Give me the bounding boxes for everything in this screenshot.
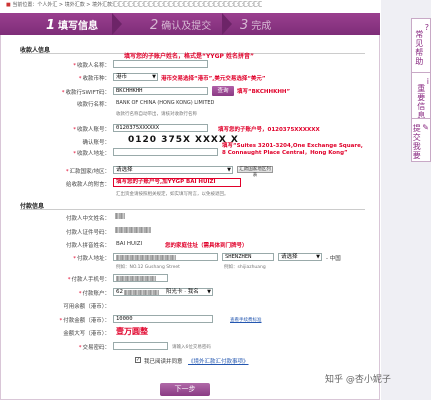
home-icon: ■ xyxy=(6,2,11,8)
payee-name-label: *收款人名称： xyxy=(73,63,110,69)
swift-note: 填写“BKCHHKHH” xyxy=(237,89,291,95)
step-3: 3 完成 xyxy=(240,18,272,33)
payee-name-input[interactable] xyxy=(113,60,208,68)
cn-name-label: 付款人中文姓名： xyxy=(65,216,110,222)
password-label: *交易密码： xyxy=(78,345,110,351)
address-example: 例如：NO.12 Gushang Street xyxy=(116,265,180,270)
amount-caps-value: 壹万圆整 xyxy=(116,327,148,336)
info-icon: i xyxy=(426,77,430,86)
payer-city-input[interactable]: SHENZHEN xyxy=(222,253,274,261)
city-example: 例如：shijiazhuang xyxy=(224,265,266,270)
message-hint: 汇出资金请按照相关规定，如实填写附言，以免被退回。 xyxy=(116,192,229,197)
currency-label: *收款币种： xyxy=(78,76,110,82)
region-select[interactable]: 请选择 ▼ xyxy=(113,166,233,174)
agree-text: 我已阅读并同意 xyxy=(144,359,183,365)
address-label: *收款人地址： xyxy=(73,151,110,157)
agree-link[interactable]: 《境外汇款汇付款事项》 xyxy=(188,357,249,365)
swift-query-button[interactable]: 查询 xyxy=(212,86,234,96)
account-note: 填写您的子账户号，0120375XXXXXX xyxy=(218,127,320,133)
swift-label: *收款行SWIFT码： xyxy=(61,90,110,96)
phone-input[interactable] xyxy=(113,274,168,282)
bank-name-label: 收款行名称： xyxy=(76,102,110,108)
bank-hint: 收款行名称自动带出，请核对收款行名称 xyxy=(116,112,197,117)
balance-label: 可用余额（港币）： xyxy=(63,304,110,310)
agree-checkbox[interactable]: ✓ xyxy=(135,357,141,363)
steps-bar: 1 填写信息 2 确认及提交 3 完成 xyxy=(0,13,380,35)
amount-caps-label: 金额大写（港币）： xyxy=(63,331,110,337)
step-2: 2 确认及提交 xyxy=(150,18,212,33)
en-name-value: BAI HUIZI xyxy=(116,241,143,247)
payer-address-input[interactable] xyxy=(113,253,218,261)
currency-note: 港币交易选择“港币”,美元交易选择“美元” xyxy=(161,76,266,82)
payer-address-label: *付款人地址： xyxy=(73,256,110,262)
step-arrow xyxy=(222,13,232,35)
en-name-label: 付款人拼音姓名： xyxy=(65,243,110,249)
help-icon: ? xyxy=(424,23,430,32)
currency-select[interactable]: 港币 ▼ xyxy=(113,73,158,81)
blurred-name xyxy=(115,213,125,219)
password-input[interactable] xyxy=(113,342,168,350)
blurred-id xyxy=(115,227,151,233)
payee-name-note: 填写您的子账户姓名，格式是“YYGP 姓名拼音” xyxy=(124,53,254,60)
payer-province-select[interactable]: 请选择 ▼ xyxy=(278,253,322,261)
pay-account-label: *付款账户： xyxy=(78,291,110,297)
password-hint: 请输入6位交易密码 xyxy=(172,345,211,350)
amount-label: *付款金额（港币）： xyxy=(59,318,110,324)
next-button[interactable]: 下一步 xyxy=(160,383,210,396)
message-label: 给收款人的附言： xyxy=(65,182,110,188)
payer-country: - 中国 xyxy=(326,256,341,262)
step-1: 1 填写信息 xyxy=(46,18,99,33)
payee-address-input[interactable] xyxy=(113,148,218,156)
region-label: *汇款国家/地区： xyxy=(65,169,110,175)
help-tab[interactable]: ? 常见帮助 xyxy=(411,18,431,74)
feedback-tab[interactable]: ✎ 提交我要 xyxy=(411,118,431,162)
pay-account-select[interactable]: 62 阳光卡 · 我名 ▼ xyxy=(113,288,213,296)
bank-name-value: BANK OF CHINA (HONG KONG) LIMITED xyxy=(116,100,215,106)
message-input[interactable]: 填写您的子账户号,加YYGP BAI HUIZI xyxy=(113,178,241,187)
payer-address-note: 您的家庭住址（需具体到门牌号） xyxy=(165,243,248,249)
id-label: 付款人证件号码： xyxy=(65,230,110,236)
breadcrumb: ■ 当前位置：个人外汇 > 境外汇款 > 境外汇款汇汇汇汇汇汇汇汇汇汇汇汇汇汇汇… xyxy=(6,2,263,8)
address-note: 填写“Suites 3201-3204,One Exchange Square,… xyxy=(222,143,363,156)
swift-input[interactable]: BKCHHKHH xyxy=(113,87,208,95)
right-sidebar: ? 常见帮助 i 重要信息 ✎ 提交我要 xyxy=(381,0,431,400)
edit-icon: ✎ xyxy=(422,123,430,132)
fee-standard-link[interactable]: 查看手续费标准 xyxy=(230,317,262,323)
watermark: 知乎 @杏小妮子 xyxy=(325,375,391,385)
confirm-account-label: 确认账号： xyxy=(82,140,110,146)
amount-input[interactable]: 10000 xyxy=(113,315,213,323)
divider xyxy=(20,209,365,210)
region-list-button[interactable]: 汇款国家地区列表 xyxy=(237,166,273,178)
step-arrow xyxy=(112,13,122,35)
phone-label: *付款人手机号： xyxy=(67,277,110,283)
account-label: *收款人账号： xyxy=(73,127,110,133)
account-input[interactable]: 0120375XXXXXX xyxy=(113,124,208,132)
